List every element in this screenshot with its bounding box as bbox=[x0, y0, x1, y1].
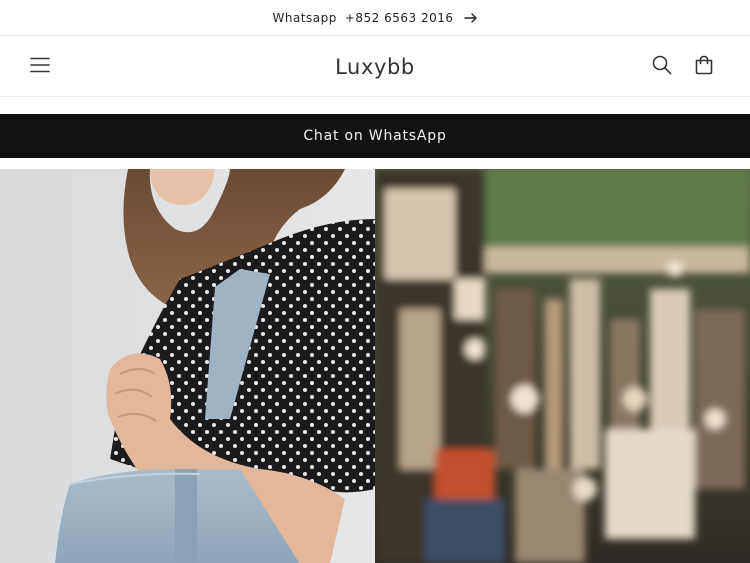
site-header: Luxybb bbox=[0, 37, 750, 97]
search-icon bbox=[652, 55, 672, 79]
announcement-phone: +852 6563 2016 bbox=[344, 10, 454, 25]
search-button[interactable] bbox=[646, 51, 678, 83]
cart-button[interactable] bbox=[688, 51, 720, 83]
site-logo[interactable]: Luxybb bbox=[335, 55, 415, 79]
blurred-jewelry-store-photo[interactable] bbox=[375, 169, 750, 563]
hamburger-menu-icon bbox=[30, 57, 50, 77]
logo-container: Luxybb bbox=[0, 37, 750, 97]
cart-icon bbox=[694, 55, 714, 79]
woman-with-blue-handbag-photo[interactable] bbox=[0, 169, 375, 563]
announcement-label: Whatsapp bbox=[272, 10, 337, 25]
whatsapp-chat-button[interactable]: Chat on WhatsApp bbox=[0, 114, 750, 158]
whatsapp-chat-label: Chat on WhatsApp bbox=[303, 128, 447, 144]
menu-button[interactable] bbox=[24, 51, 56, 83]
arrow-right-icon bbox=[463, 12, 478, 23]
announcement-bar[interactable]: Whatsapp +852 6563 2016 bbox=[0, 0, 750, 36]
